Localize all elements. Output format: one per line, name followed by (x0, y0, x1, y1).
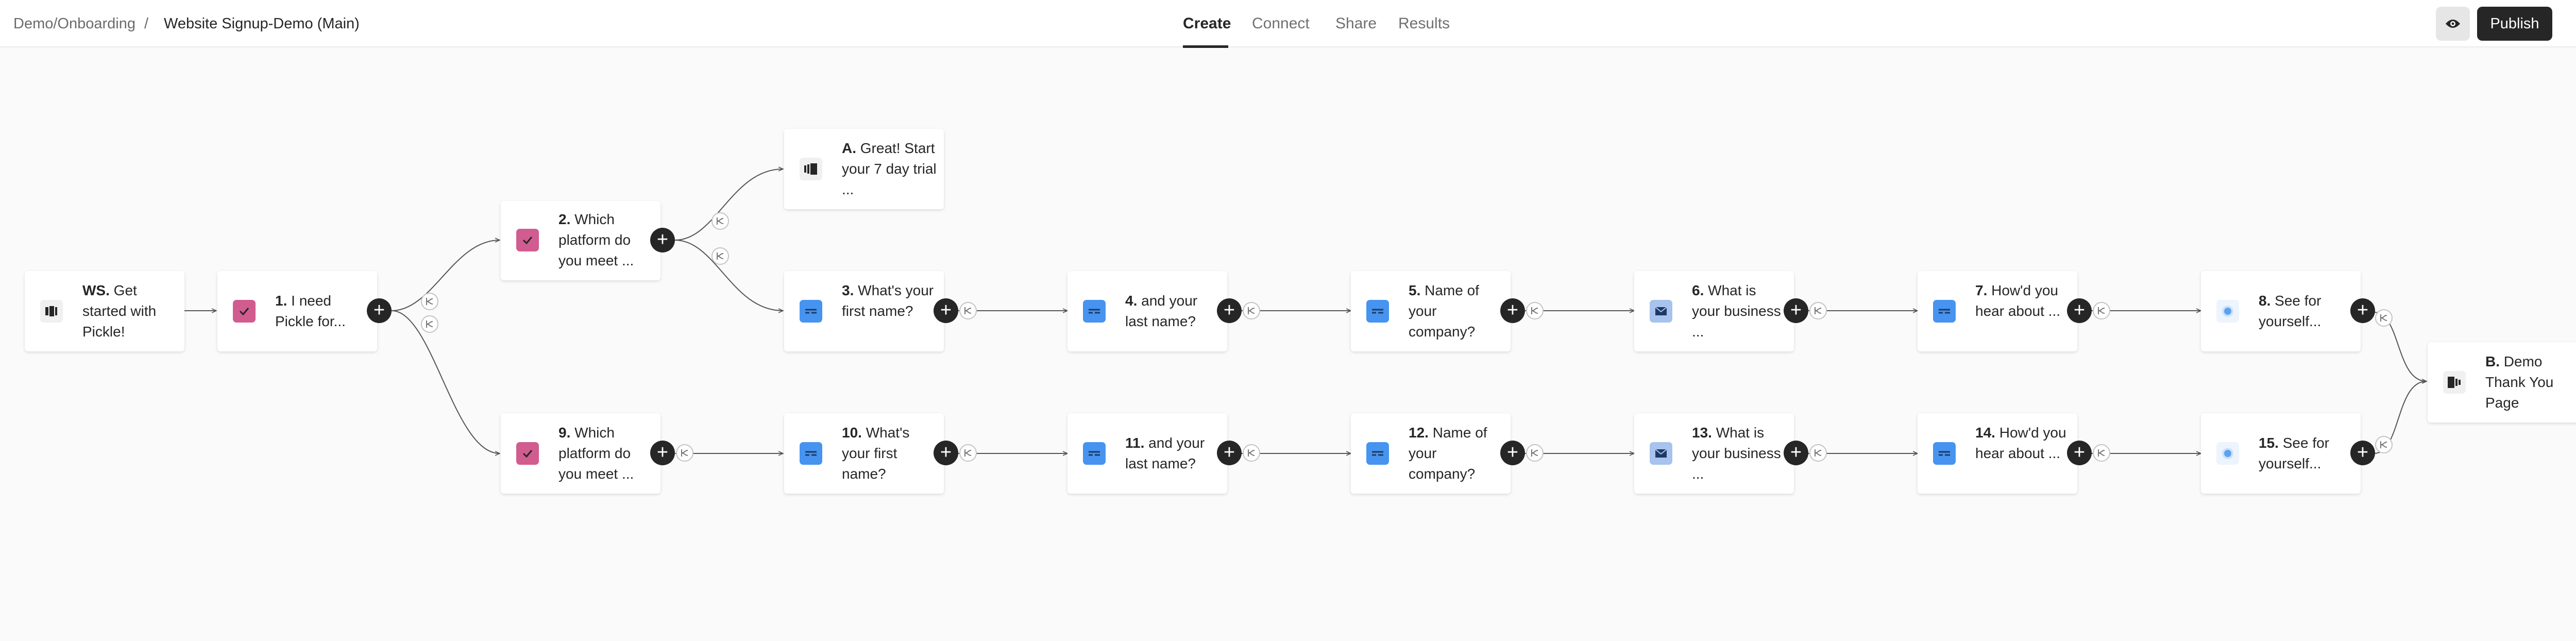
add-question-button[interactable]: + (367, 298, 392, 323)
add-question-button[interactable]: + (2350, 441, 2375, 465)
logic-branch-icon[interactable] (1243, 444, 1260, 462)
logic-branch-icon[interactable] (421, 315, 438, 333)
logic-branch-icon[interactable] (1243, 302, 1260, 319)
short-text-icon (1083, 442, 1106, 465)
node-number: 14. (1975, 425, 1995, 441)
add-question-button[interactable]: + (650, 228, 675, 252)
add-question-button[interactable]: + (1784, 441, 1808, 465)
node-number: WS. (82, 282, 110, 298)
node-number: A. (842, 140, 856, 156)
logic-branch-icon[interactable] (959, 302, 977, 319)
add-question-button[interactable]: + (1500, 298, 1525, 323)
logic-branch-icon[interactable] (1809, 302, 1827, 319)
node-question-6[interactable]: 6. What is your business ... (1634, 271, 1794, 351)
node-number: 11. (1125, 435, 1145, 451)
add-question-button[interactable]: + (1217, 441, 1242, 465)
edge-1-2 (391, 240, 500, 311)
node-question-15[interactable]: 15. See for yourself... (2201, 413, 2361, 494)
radio-icon (2216, 442, 2239, 465)
add-question-button[interactable]: + (1784, 298, 1808, 323)
logic-branch-icon[interactable] (711, 212, 729, 230)
node-question-4[interactable]: 4. and your last name? (1067, 271, 1227, 351)
logic-branch-icon[interactable] (711, 247, 729, 265)
node-number: 2. (558, 211, 571, 227)
logic-branch-icon[interactable] (959, 444, 977, 462)
node-question-5[interactable]: 5. Name of your company? (1351, 271, 1511, 351)
node-question-2[interactable]: 2. Which platform do you meet ... (501, 201, 660, 280)
node-title: What's your first name? (842, 282, 934, 319)
node-question-13[interactable]: 13. What is your business ... (1634, 413, 1794, 494)
edge-1-9 (391, 310, 500, 453)
node-question-14[interactable]: 14. How'd you hear about ... (1918, 413, 2077, 494)
short-text-icon (1366, 442, 1389, 465)
node-question-7[interactable]: 7. How'd you hear about ... (1918, 271, 2077, 351)
radio-icon (2216, 300, 2239, 323)
logic-branch-icon[interactable] (1526, 444, 1544, 462)
node-number: 3. (842, 282, 854, 298)
node-number: 9. (558, 425, 571, 441)
email-icon (1650, 442, 1672, 465)
checkbox-icon (516, 442, 539, 465)
node-question-12[interactable]: 12. Name of your company? (1351, 413, 1511, 494)
node-title: What is your business ... (1692, 282, 1781, 340)
checkbox-icon (233, 300, 256, 323)
add-question-button[interactable]: + (650, 441, 675, 465)
email-icon (1650, 300, 1672, 323)
node-number: 12. (1409, 425, 1429, 441)
logic-branch-icon[interactable] (2093, 444, 2110, 462)
add-question-button[interactable]: + (1500, 441, 1525, 465)
add-question-button[interactable]: + (2067, 298, 2092, 323)
node-number: 4. (1125, 293, 1138, 309)
node-welcome-screen[interactable]: WS. Get started with Pickle! (25, 271, 184, 351)
node-question-8[interactable]: 8. See for yourself... (2201, 271, 2361, 351)
add-question-button[interactable]: + (934, 298, 958, 323)
node-question-11[interactable]: 11. and your last name? (1067, 413, 1227, 494)
node-number: 6. (1692, 282, 1704, 298)
add-question-button[interactable]: + (934, 441, 958, 465)
short-text-icon (800, 442, 822, 465)
logic-branch-icon[interactable] (2375, 436, 2393, 453)
node-end-screen-b[interactable]: B. Demo Thank You Page (2428, 342, 2576, 423)
node-statement-a[interactable]: A. Great! Start your 7 day trial ... (784, 129, 944, 209)
node-number: 1. (275, 293, 287, 309)
end-screen-icon (2443, 371, 2466, 394)
node-number: 8. (2259, 293, 2271, 309)
node-title: Great! Start your 7 day trial ... (842, 140, 937, 197)
logic-branch-icon[interactable] (1809, 444, 1827, 462)
logic-branch-icon[interactable] (2375, 309, 2393, 327)
short-text-icon (1933, 300, 1956, 323)
add-question-button[interactable]: + (2067, 441, 2092, 465)
edge-2-A (674, 169, 783, 241)
node-number: 15. (2259, 435, 2279, 451)
welcome-screen-icon (40, 300, 63, 323)
logic-branch-icon[interactable] (676, 444, 693, 462)
add-question-button[interactable]: + (1217, 298, 1242, 323)
edge-2-3 (674, 240, 783, 311)
short-text-icon (1083, 300, 1106, 323)
short-text-icon (1933, 442, 1956, 465)
node-number: B. (2485, 353, 2500, 369)
node-question-9[interactable]: 9. Which platform do you meet ... (501, 413, 660, 494)
add-question-button[interactable]: + (2350, 298, 2375, 323)
node-number: 10. (842, 425, 862, 441)
node-question-1[interactable]: 1. I need Pickle for... (217, 271, 377, 351)
logic-branch-icon[interactable] (2093, 302, 2110, 319)
short-text-icon (800, 300, 822, 323)
short-text-icon (1366, 300, 1389, 323)
logic-branch-icon[interactable] (1526, 302, 1544, 319)
node-question-3[interactable]: 3. What's your first name? (784, 271, 944, 351)
node-question-10[interactable]: 10. What's your first name? (784, 413, 944, 494)
checkbox-icon (516, 229, 539, 251)
logic-branch-icon[interactable] (421, 293, 438, 310)
node-number: 13. (1692, 425, 1712, 441)
statement-icon (800, 158, 822, 180)
node-title: How'd you hear about ... (1975, 282, 2061, 319)
node-number: 5. (1409, 282, 1421, 298)
node-number: 7. (1975, 282, 1988, 298)
